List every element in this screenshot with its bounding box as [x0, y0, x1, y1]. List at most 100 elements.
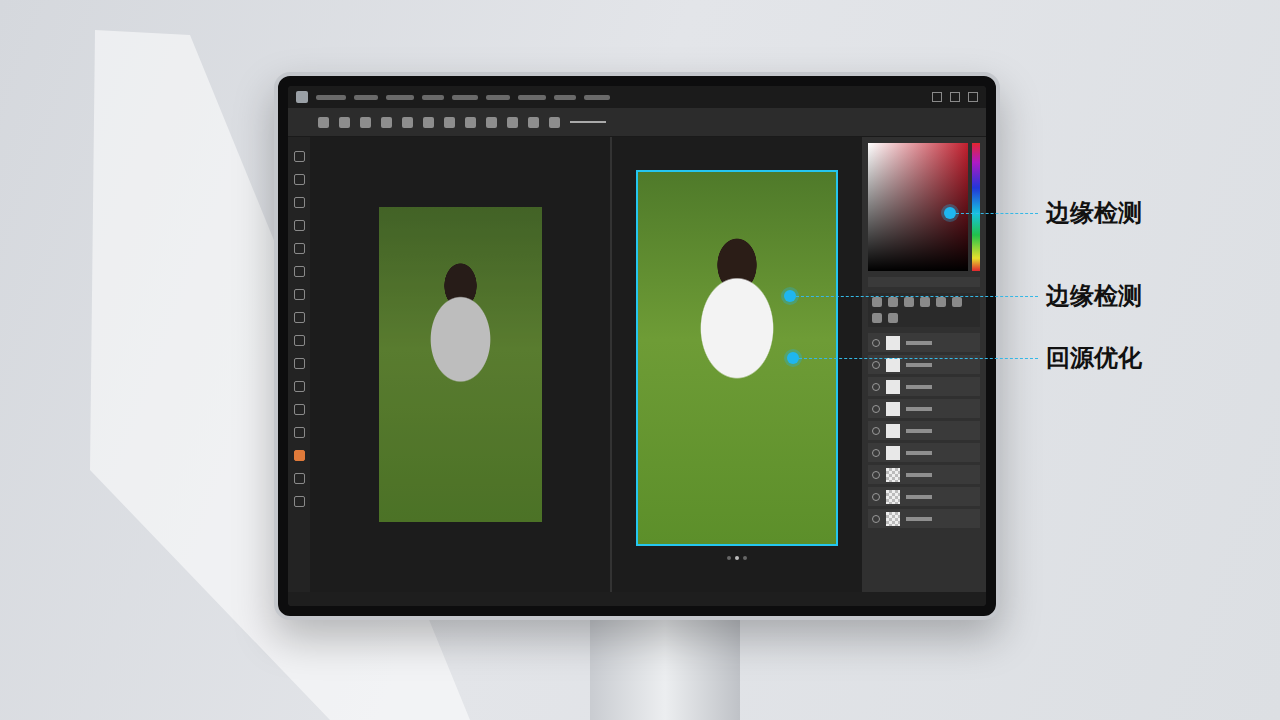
- tool-icon[interactable]: [294, 404, 305, 415]
- app-logo-icon[interactable]: [296, 91, 308, 103]
- menu-bar: [288, 86, 986, 108]
- layer-name: [906, 473, 932, 477]
- tool-icon[interactable]: [294, 197, 305, 208]
- layer-row[interactable]: [868, 509, 980, 528]
- tool-option-icon[interactable]: [423, 117, 434, 128]
- callout-dot: [944, 207, 956, 219]
- minimize-icon[interactable]: [932, 92, 942, 102]
- tool-option-icon[interactable]: [465, 117, 476, 128]
- menu-item[interactable]: [452, 95, 478, 100]
- color-picker: [868, 143, 980, 271]
- callout-label: 边缘检测: [1046, 279, 1142, 313]
- callout-label: 边缘检测: [1046, 196, 1142, 230]
- layer-thumbnail: [886, 336, 900, 350]
- property-icon[interactable]: [904, 297, 914, 307]
- tool-option-icon[interactable]: [318, 117, 329, 128]
- tool-icon[interactable]: [294, 381, 305, 392]
- tool-option-icon[interactable]: [444, 117, 455, 128]
- stroke-line-icon[interactable]: [570, 121, 606, 123]
- eye-icon[interactable]: [872, 405, 880, 413]
- layer-row[interactable]: [868, 333, 980, 352]
- eye-icon[interactable]: [872, 383, 880, 391]
- tool-option-icon[interactable]: [549, 117, 560, 128]
- tool-icon[interactable]: [294, 473, 305, 484]
- tool-icon[interactable]: [294, 450, 305, 461]
- menu-item[interactable]: [584, 95, 610, 100]
- monitor: [274, 72, 1000, 620]
- layer-row[interactable]: [868, 465, 980, 484]
- property-icon[interactable]: [888, 313, 898, 323]
- layer-name: [906, 341, 932, 345]
- panel-header: [868, 277, 980, 287]
- layer-row[interactable]: [868, 487, 980, 506]
- tool-icon[interactable]: [294, 358, 305, 369]
- menu-item[interactable]: [486, 95, 510, 100]
- menu-item[interactable]: [518, 95, 546, 100]
- page-dots: [727, 556, 747, 560]
- tool-option-icon[interactable]: [528, 117, 539, 128]
- layer-name: [906, 429, 932, 433]
- layer-name: [906, 451, 932, 455]
- eye-icon[interactable]: [872, 515, 880, 523]
- tool-option-icon[interactable]: [507, 117, 518, 128]
- editor-window: [288, 86, 986, 606]
- close-icon[interactable]: [968, 92, 978, 102]
- property-icon[interactable]: [872, 297, 882, 307]
- layer-name: [906, 495, 932, 499]
- tool-bar: [288, 137, 310, 592]
- eye-icon[interactable]: [872, 449, 880, 457]
- callout-line: [796, 296, 1038, 297]
- tool-icon[interactable]: [294, 496, 305, 507]
- callout-line: [799, 358, 1038, 359]
- layer-row[interactable]: [868, 377, 980, 396]
- canvas-area: [310, 137, 862, 592]
- tool-option-icon[interactable]: [360, 117, 371, 128]
- tool-icon[interactable]: [294, 266, 305, 277]
- side-panel: [862, 137, 986, 592]
- eye-icon[interactable]: [872, 493, 880, 501]
- tool-icon[interactable]: [294, 220, 305, 231]
- callout-label: 回源优化: [1046, 341, 1142, 375]
- tool-icon[interactable]: [294, 312, 305, 323]
- property-icon[interactable]: [888, 297, 898, 307]
- layer-thumbnail: [886, 512, 900, 526]
- tool-option-icon[interactable]: [402, 117, 413, 128]
- tool-option-icon[interactable]: [339, 117, 350, 128]
- property-icon[interactable]: [920, 297, 930, 307]
- layer-name: [906, 407, 932, 411]
- result-pane: [612, 137, 862, 592]
- eye-icon[interactable]: [872, 339, 880, 347]
- layer-row[interactable]: [868, 443, 980, 462]
- menu-item[interactable]: [316, 95, 346, 100]
- eye-icon[interactable]: [872, 427, 880, 435]
- tool-icon[interactable]: [294, 335, 305, 346]
- tool-icon[interactable]: [294, 427, 305, 438]
- layer-name: [906, 363, 932, 367]
- hue-slider[interactable]: [972, 143, 980, 271]
- product-scene: 边缘检测边缘检测回源优化: [0, 0, 1280, 720]
- layer-row[interactable]: [868, 421, 980, 440]
- tool-icon[interactable]: [294, 174, 305, 185]
- tool-icon[interactable]: [294, 151, 305, 162]
- eye-icon[interactable]: [872, 471, 880, 479]
- tool-icon[interactable]: [294, 243, 305, 254]
- options-bar: [288, 108, 986, 137]
- source-pane: [310, 137, 612, 592]
- menu-item[interactable]: [386, 95, 414, 100]
- layer-thumbnail: [886, 490, 900, 504]
- property-icon[interactable]: [936, 297, 946, 307]
- menu-item[interactable]: [554, 95, 576, 100]
- layer-thumbnail: [886, 424, 900, 438]
- menu-item[interactable]: [422, 95, 444, 100]
- eye-icon[interactable]: [872, 361, 880, 369]
- layer-thumbnail: [886, 468, 900, 482]
- tool-option-icon[interactable]: [486, 117, 497, 128]
- tool-icon[interactable]: [294, 289, 305, 300]
- tool-option-icon[interactable]: [381, 117, 392, 128]
- property-icon[interactable]: [952, 297, 962, 307]
- layer-row[interactable]: [868, 399, 980, 418]
- layers-panel: [868, 333, 980, 528]
- menu-item[interactable]: [354, 95, 378, 100]
- maximize-icon[interactable]: [950, 92, 960, 102]
- property-icon[interactable]: [872, 313, 882, 323]
